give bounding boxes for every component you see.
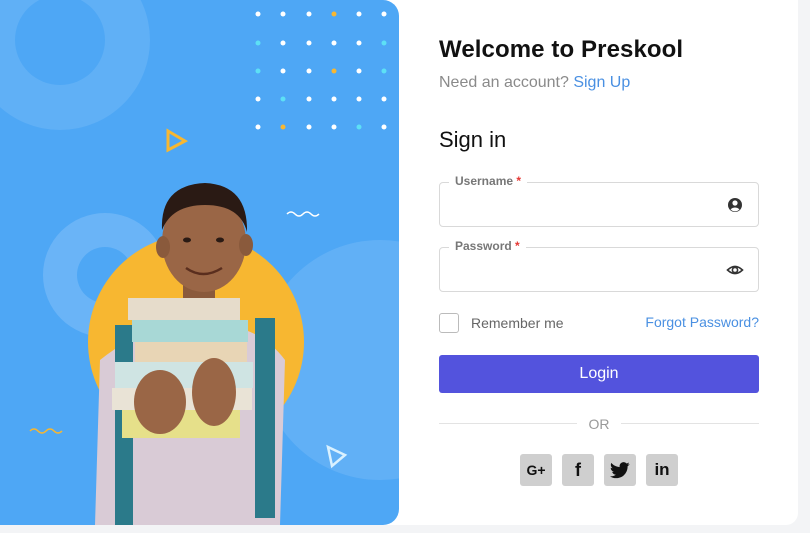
linkedin-button[interactable]: in [646, 454, 678, 486]
hero-panel [0, 0, 399, 525]
or-divider: OR [439, 414, 759, 434]
google-plus-button[interactable]: G+ [520, 454, 552, 486]
username-field[interactable]: Username * [439, 174, 759, 227]
page-title: Welcome to Preskool [439, 36, 684, 63]
facebook-button[interactable]: f [562, 454, 594, 486]
twitter-icon [610, 461, 630, 478]
password-field[interactable]: Password * [439, 239, 759, 292]
password-label: Password * [449, 239, 526, 253]
twitter-button[interactable] [604, 454, 636, 486]
required-mark: * [516, 174, 522, 188]
password-input[interactable] [452, 258, 726, 284]
facebook-icon: f [575, 459, 581, 480]
login-form: Welcome to Preskool Need an account? Sig… [439, 0, 759, 525]
remember-me[interactable]: Remember me [439, 313, 564, 333]
remember-label: Remember me [471, 315, 564, 331]
login-card: Welcome to Preskool Need an account? Sig… [0, 0, 798, 525]
divider-text: OR [588, 416, 610, 432]
dot-grid [255, 11, 387, 130]
social-login: G+ f in [520, 454, 678, 486]
user-circle-icon [728, 198, 742, 212]
login-button[interactable]: Login [439, 355, 759, 393]
google-plus-icon: G+ [526, 462, 546, 478]
hero-illustration [0, 0, 399, 525]
signup-prompt-text: Need an account? [439, 74, 569, 91]
required-mark: * [515, 239, 520, 253]
eye-icon[interactable] [726, 261, 744, 279]
username-label: Username * [449, 174, 528, 188]
signin-heading: Sign in [439, 127, 507, 152]
forgot-password-link[interactable]: Forgot Password? [645, 314, 759, 330]
remember-checkbox[interactable] [439, 313, 459, 333]
signup-prompt: Need an account? Sign Up [439, 74, 630, 92]
signup-link[interactable]: Sign Up [573, 74, 630, 91]
username-input[interactable] [452, 193, 726, 219]
linkedin-icon: in [654, 460, 670, 479]
